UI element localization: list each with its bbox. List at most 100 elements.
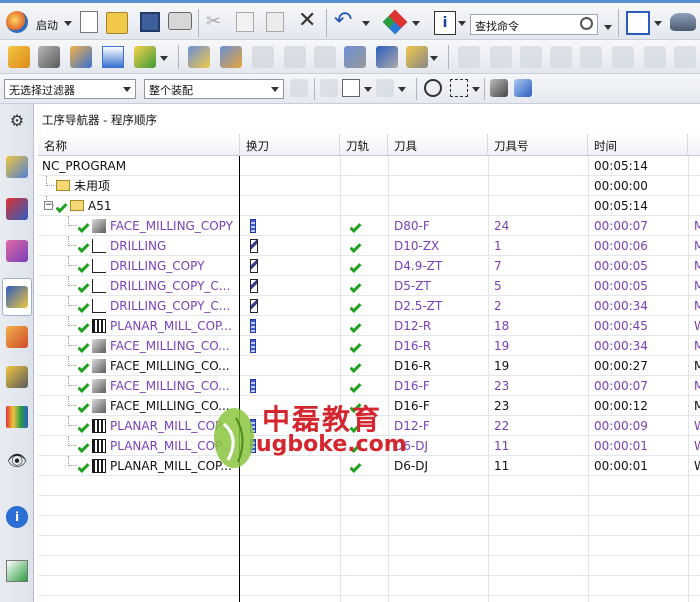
new-file-icon[interactable] (80, 11, 98, 33)
column-header-tool-change[interactable]: 换刀 (240, 134, 340, 156)
column-header-more[interactable] (688, 134, 700, 156)
create-operation-icon[interactable] (134, 46, 156, 68)
search-dropdown-icon[interactable] (604, 25, 612, 30)
view-dropdown-icon[interactable] (654, 21, 662, 26)
operation-navigator-icon[interactable] (6, 286, 28, 308)
shop-doc-icon[interactable] (406, 46, 428, 68)
fit-view-icon[interactable] (626, 11, 650, 35)
table-row[interactable]: 未用项 00:00:00 (38, 176, 700, 196)
show-hide-icon[interactable] (490, 79, 508, 97)
select-mode-dropdown-icon[interactable] (472, 87, 480, 92)
start-menu-label[interactable]: 启动 (36, 17, 58, 33)
table-row[interactable]: DRILLING_COPY D4.9-ZT 7 00:00:05 M (38, 256, 700, 276)
create-tool-icon[interactable] (38, 46, 60, 68)
selection-tool-icon[interactable] (382, 9, 408, 35)
operation-name[interactable]: FACE_MILLING_CO... (110, 356, 234, 376)
table-row[interactable]: PLANAR_MILL_COP... D12-R 18 00:00:45 W (38, 316, 700, 336)
search-icon[interactable] (580, 17, 593, 30)
feature-dropdown-icon[interactable] (364, 87, 372, 92)
table-row[interactable]: FACE_MILLING_CO... D16-R 19 00:00:34 M (38, 336, 700, 356)
part-navigator-icon[interactable] (6, 240, 28, 262)
selection-dropdown-icon[interactable] (412, 21, 420, 26)
operation-name[interactable]: 未用项 (74, 176, 234, 196)
operation-name[interactable]: DRILLING_COPY (110, 256, 234, 276)
copy-icon[interactable] (236, 12, 254, 32)
paste-icon[interactable] (266, 12, 284, 32)
rectangle-select-icon[interactable] (450, 79, 468, 97)
table-row[interactable]: DRILLING_COPY_C... D2.5-ZT 2 00:00:34 M (38, 296, 700, 316)
verify-toolpath-icon[interactable] (252, 46, 274, 68)
history-eye-icon[interactable]: 👁 (6, 450, 28, 472)
select-feature-icon[interactable] (342, 79, 360, 97)
paste-object-icon[interactable] (550, 46, 572, 68)
table-row[interactable]: FACE_MILLING_COPY D80-F 24 00:00:07 M (38, 216, 700, 236)
copy-object-icon[interactable] (520, 46, 542, 68)
replay-toolpath-icon[interactable] (220, 46, 242, 68)
table-row[interactable]: PLANAR_MILL_COP... D6-DJ 11 00:00:01 W (38, 456, 700, 476)
table-row[interactable]: NC_PROGRAM 00:05:14 (38, 156, 700, 176)
delete-toolpath-icon[interactable] (344, 46, 366, 68)
operation-name[interactable]: DRILLING (110, 236, 234, 256)
operation-name[interactable]: DRILLING_COPY_C... (110, 296, 234, 316)
web-browser-icon[interactable] (6, 560, 28, 582)
operation-name[interactable]: FACE_MILLING_CO... (110, 376, 234, 396)
save-icon[interactable] (140, 12, 160, 32)
undo-dropdown-icon[interactable] (362, 21, 370, 26)
rename-icon[interactable] (644, 46, 666, 68)
snap-point-icon[interactable] (320, 79, 338, 97)
create-program-icon[interactable] (8, 46, 30, 68)
settings-gear-icon[interactable]: ⚙ (6, 110, 28, 132)
selection-scope-select[interactable]: 整个装配 (144, 79, 284, 99)
operation-name[interactable]: DRILLING_COPY_C... (110, 276, 234, 296)
feature-navigator-icon[interactable] (6, 366, 28, 388)
list-toolpath-icon[interactable] (284, 46, 306, 68)
command-search-input[interactable]: 查找命令 (470, 14, 598, 35)
open-folder-icon[interactable] (106, 12, 128, 34)
create-geometry-icon[interactable] (70, 46, 92, 68)
display-mode-icon[interactable] (514, 79, 532, 97)
operation-name[interactable]: FACE_MILLING_CO... (110, 336, 234, 356)
create-method-icon[interactable] (102, 46, 124, 68)
table-row[interactable]: FACE_MILLING_CO... D16-F 23 00:00:07 M (38, 376, 700, 396)
reuse-library-icon[interactable] (6, 406, 28, 428)
simulate-icon[interactable] (314, 46, 336, 68)
print-icon[interactable] (168, 12, 192, 30)
column-header-time[interactable]: 时间 (588, 134, 688, 156)
operation-name[interactable]: NC_PROGRAM (42, 156, 234, 176)
operation-name[interactable]: A51 (88, 196, 234, 216)
cut-icon[interactable]: ✂ (206, 12, 228, 34)
start-dropdown-icon[interactable] (64, 21, 72, 29)
delete-icon[interactable]: ✕ (298, 10, 320, 32)
delete-object-icon[interactable] (612, 46, 634, 68)
operation-name[interactable]: PLANAR_MILL_COP... (110, 316, 234, 336)
info-window-icon[interactable]: i (6, 506, 28, 528)
assembly-navigator-icon[interactable] (6, 156, 28, 178)
operation-name[interactable]: FACE_MILLING_COPY (110, 216, 234, 236)
table-row[interactable]: − A51 00:05:14 (38, 196, 700, 216)
point-constructor-icon[interactable] (376, 79, 394, 97)
start-icon[interactable] (6, 11, 28, 33)
table-row[interactable]: DRILLING_COPY_C... D5-ZT 5 00:00:05 M (38, 276, 700, 296)
undo-icon[interactable]: ↶ (334, 10, 356, 32)
info-dropdown-icon[interactable] (458, 21, 466, 26)
render-style-icon[interactable] (670, 13, 696, 31)
polygon-select-icon[interactable] (424, 79, 442, 97)
operation-dropdown-icon[interactable] (160, 56, 168, 61)
paste-inside-icon[interactable] (580, 46, 602, 68)
column-header-toolpath[interactable]: 刀轨 (340, 134, 388, 156)
postprocess-icon[interactable] (376, 46, 398, 68)
general-selection-icon[interactable] (290, 79, 308, 97)
table-row[interactable]: FACE_MILLING_CO... D16-R 19 00:00:27 M (38, 356, 700, 376)
machine-tool-navigator-icon[interactable] (6, 326, 28, 348)
selection-filter-select[interactable]: 无选择过滤器 (4, 79, 136, 99)
collapse-toggle-icon[interactable]: − (44, 201, 53, 210)
column-header-tool[interactable]: 刀具 (388, 134, 488, 156)
information-icon[interactable]: i (434, 11, 456, 35)
column-header-tool-number[interactable]: 刀具号 (488, 134, 588, 156)
table-row[interactable]: DRILLING D10-ZX 1 00:00:06 M (38, 236, 700, 256)
generate-toolpath-icon[interactable] (188, 46, 210, 68)
edit-object-icon[interactable] (458, 46, 480, 68)
output-dropdown-icon[interactable] (430, 56, 438, 61)
properties-icon[interactable] (674, 46, 696, 68)
cut-object-icon[interactable] (490, 46, 512, 68)
